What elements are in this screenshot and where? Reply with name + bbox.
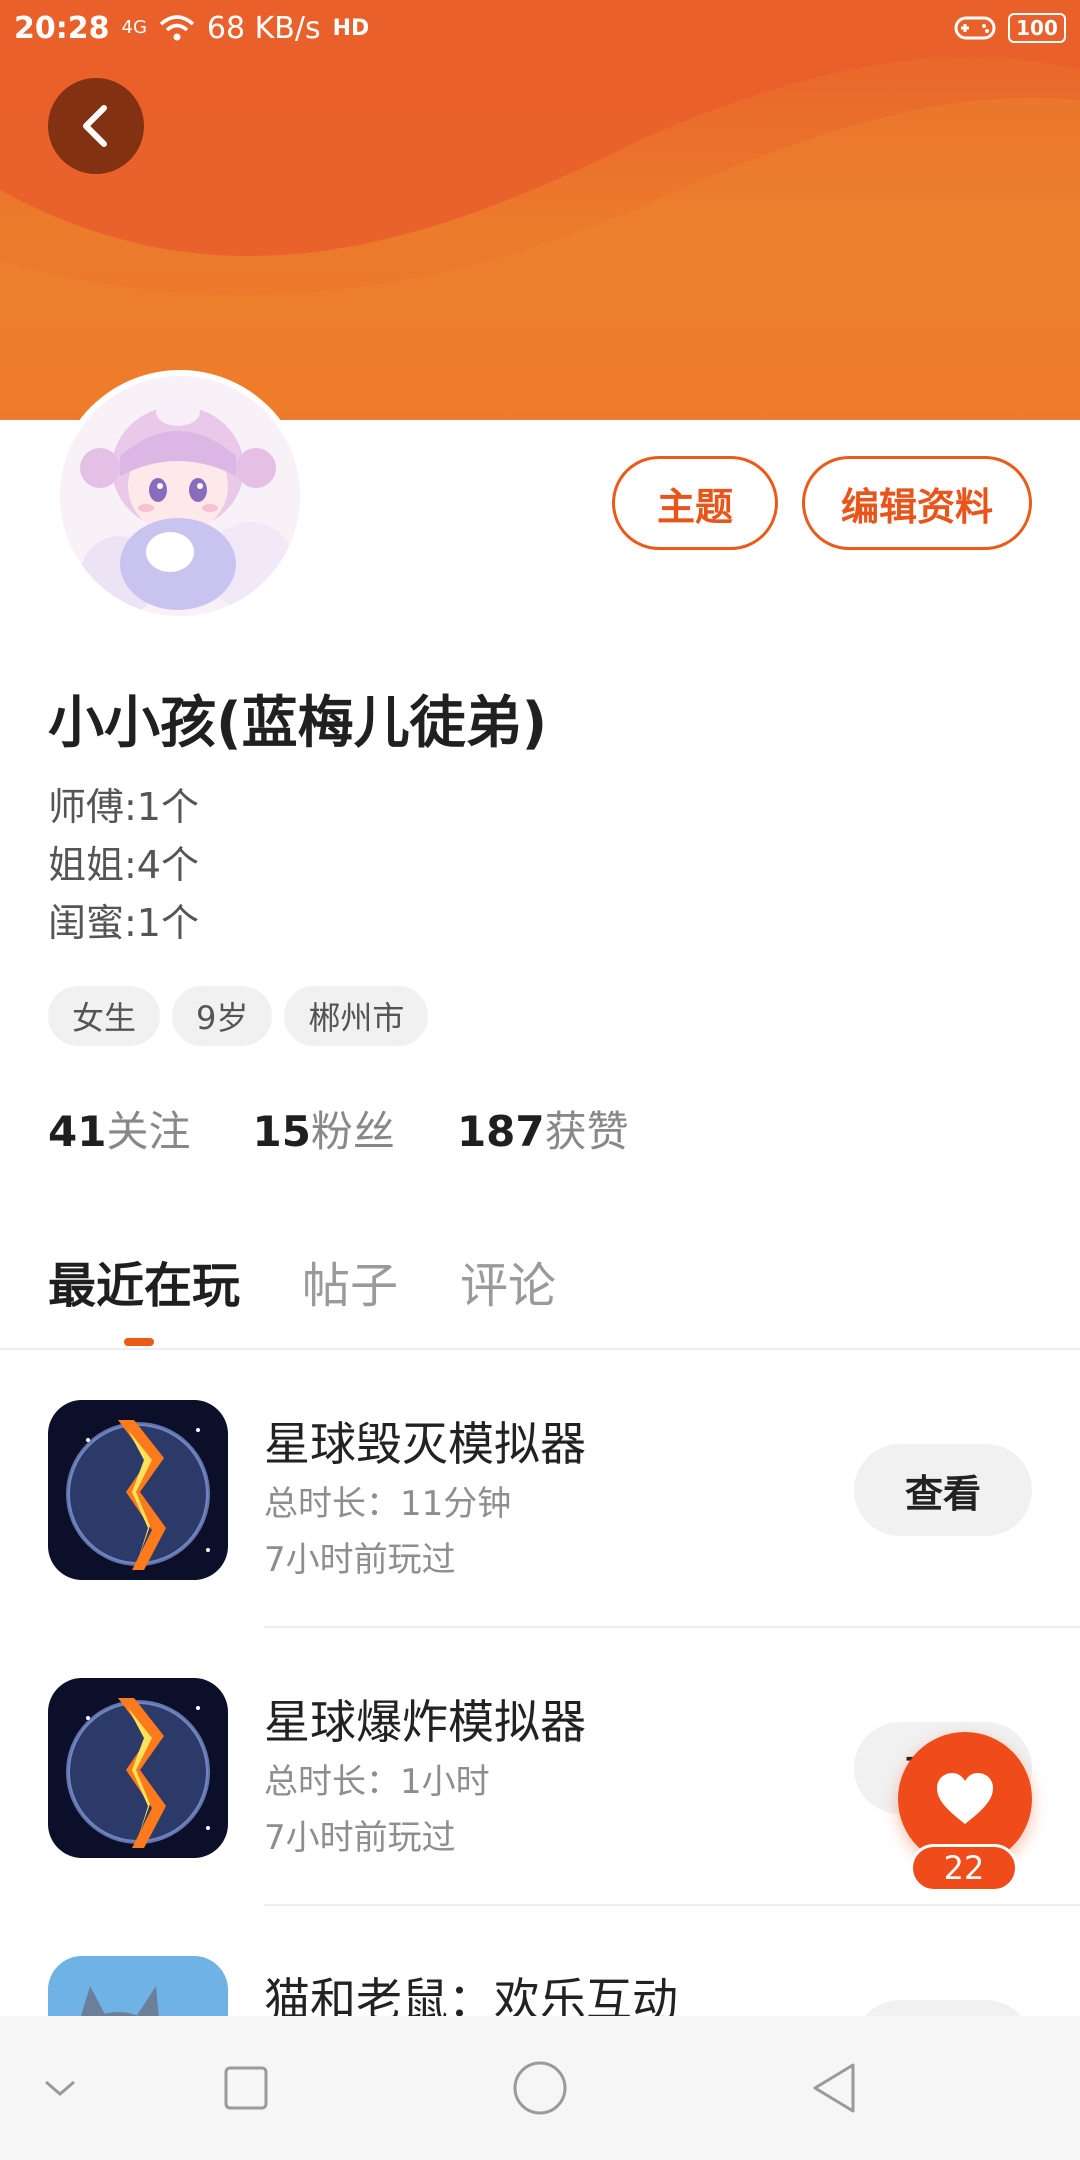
chevron-left-icon — [83, 105, 107, 147]
profile-stats: 41 关注 15 粉丝 187 获赞 — [48, 1098, 629, 1159]
game-duration: 总时长：1小时 — [264, 1762, 490, 1802]
tag-gender: 女生 — [48, 986, 161, 1046]
tag-city: 郴州市 — [284, 986, 429, 1046]
profile-banner: 20:28 4G 68 KB/s HD 100 — [0, 0, 1080, 420]
active-tab-indicator — [124, 1338, 154, 1346]
stat-followers-label: 粉丝 — [310, 1107, 395, 1156]
system-navigation-bar — [0, 2016, 1080, 2160]
profile-nickname: 小小孩(蓝梅儿徒弟) — [48, 691, 548, 756]
avatar[interactable] — [54, 370, 306, 622]
nav-home-button[interactable] — [508, 2056, 572, 2120]
chevron-down-icon — [45, 2080, 75, 2096]
hd-icon: HD — [332, 15, 370, 41]
network-speed: 68 KB/s — [206, 10, 321, 46]
battery-icon: 100 — [1008, 13, 1066, 43]
game-list-item[interactable]: 星球毁灭模拟器 总时长：11分钟 7小时前玩过 查看 — [0, 1350, 1080, 1628]
stat-following-label: 关注 — [106, 1107, 191, 1156]
game-name: 星球毁灭模拟器 — [264, 1417, 586, 1471]
game-last-played: 7小时前玩过 — [264, 1540, 456, 1580]
game-duration: 总时长：11分钟 — [264, 1484, 512, 1524]
heart-icon — [937, 1773, 993, 1824]
stat-following[interactable]: 41 关注 — [48, 1098, 190, 1159]
triangle-back-icon — [813, 2063, 855, 2113]
network-type: 4G — [121, 17, 147, 38]
game-last-played: 7小时前玩过 — [264, 1818, 456, 1858]
stat-likes-label: 获赞 — [544, 1107, 629, 1156]
relations-list: 师傅:1个 姐姐:4个 闺蜜:1个 — [48, 778, 199, 952]
circle-icon — [513, 2061, 567, 2115]
planet-explosion-icon — [48, 1678, 228, 1858]
planet-explosion-icon — [48, 1400, 228, 1580]
avatar-illustration — [60, 376, 300, 616]
wifi-icon — [159, 15, 195, 41]
edit-profile-button[interactable]: 编辑资料 — [802, 456, 1032, 550]
tag-age: 9岁 — [172, 986, 273, 1046]
relation-master[interactable]: 师傅:1个 — [48, 778, 199, 836]
tab-posts[interactable]: 帖子 — [302, 1246, 398, 1316]
square-icon — [224, 2066, 268, 2110]
profile-tags: 女生 9岁 郴州市 — [48, 986, 429, 1046]
tab-recently-played[interactable]: 最近在玩 — [48, 1246, 240, 1316]
status-time: 20:28 — [14, 10, 110, 46]
nav-recents-button[interactable] — [214, 2056, 278, 2120]
relation-besties[interactable]: 闺蜜:1个 — [48, 894, 199, 952]
relation-sisters[interactable]: 姐姐:4个 — [48, 836, 199, 894]
nav-back-button[interactable] — [802, 2056, 866, 2120]
theme-button[interactable]: 主题 — [612, 456, 778, 550]
stat-following-count: 41 — [48, 1107, 107, 1156]
view-game-button[interactable]: 查看 — [854, 1444, 1032, 1536]
back-button[interactable] — [48, 78, 144, 174]
stat-followers[interactable]: 15 粉丝 — [252, 1098, 394, 1159]
signal-icon: 4G — [122, 19, 147, 37]
nav-collapse-button[interactable] — [28, 2056, 92, 2120]
like-count-badge: 22 — [910, 1844, 1018, 1892]
tab-comments[interactable]: 评论 — [460, 1246, 556, 1316]
stat-likes-count: 187 — [456, 1107, 545, 1156]
profile-tabs: 最近在玩 帖子 评论 — [48, 1246, 556, 1316]
status-bar: 20:28 4G 68 KB/s HD 100 — [0, 0, 1080, 56]
game-name: 星球爆炸模拟器 — [264, 1695, 586, 1749]
banner-wave-decoration — [0, 0, 1080, 420]
battery-level: 100 — [1016, 16, 1058, 40]
game-controller-icon — [954, 16, 996, 40]
stat-likes[interactable]: 187 获赞 — [457, 1098, 629, 1159]
stat-followers-count: 15 — [252, 1107, 311, 1156]
